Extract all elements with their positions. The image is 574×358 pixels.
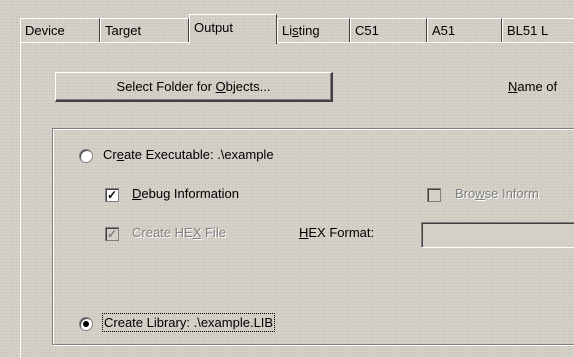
name-of-hotkey: N	[508, 79, 518, 94]
tab-bl51[interactable]: BL51 L	[502, 18, 574, 42]
create-executable-hotkey: e	[116, 147, 124, 162]
select-folder-hotkey: O	[215, 79, 226, 94]
options-dialog: Device Target Output Listing C51 A51 BL5…	[0, 0, 574, 358]
tab-panel-border	[20, 42, 574, 43]
library-path-value: .\example.LIB	[189, 315, 274, 330]
debug-information-checkbox[interactable]: ✓	[105, 188, 119, 202]
debug-information-label-text: ebug Information	[141, 186, 239, 201]
name-of-executable-label: Name of	[508, 79, 557, 94]
tab-listing-label-a: Li	[282, 23, 293, 38]
create-executable-label-a: Cr	[103, 147, 117, 162]
create-executable-label[interactable]: Create Executable: .\example	[103, 147, 274, 162]
check-mark-icon: ✓	[106, 227, 118, 241]
tab-device[interactable]: Device	[20, 18, 100, 42]
create-hex-file-label: Create HEX File	[132, 225, 226, 240]
tab-c51-label: C51	[355, 23, 379, 38]
hex-format-label-text: EX Format:	[308, 225, 375, 240]
tab-output-label: Output	[194, 20, 234, 35]
browse-information-checkbox[interactable]	[427, 188, 441, 202]
debug-information-hotkey: D	[132, 186, 142, 201]
browse-information-label-a: Bro	[455, 186, 476, 201]
create-executable-radio[interactable]	[79, 149, 93, 163]
hex-format-dropdown[interactable]	[421, 222, 574, 248]
hex-format-hotkey: H	[299, 225, 309, 240]
name-of-label-text: ame of	[517, 79, 558, 94]
tab-target-label: Target	[105, 23, 142, 38]
tab-target[interactable]: Target	[100, 18, 189, 42]
tab-listing-label-b: ting	[298, 23, 320, 38]
tab-a51[interactable]: A51	[427, 18, 502, 42]
debug-information-label[interactable]: Debug Information	[132, 186, 239, 201]
browse-information-label: Browse Inform	[455, 186, 539, 201]
create-hex-file-label-b: File	[201, 225, 226, 240]
tab-c51[interactable]: C51	[350, 18, 427, 42]
create-library-label-text: Create Library:	[104, 315, 190, 330]
tab-output[interactable]: Output	[189, 14, 277, 44]
tab-a51-label: A51	[432, 23, 456, 38]
select-folder-label-b: bjects...	[225, 79, 271, 94]
radio-selected-dot	[83, 321, 89, 327]
select-folder-for-objects-button[interactable]: Select Folder for Objects...	[55, 72, 333, 102]
tab-bl51-label: BL51 L	[507, 23, 549, 38]
create-library-label[interactable]: Create Library: .\example.LIB	[101, 313, 276, 332]
tab-panel-left-border	[20, 42, 21, 358]
create-hex-file-label-a: Create HE	[132, 225, 193, 240]
select-folder-label-a: Select Folder for	[116, 79, 216, 94]
check-mark-icon: ✓	[106, 188, 118, 202]
executable-path-value: .\example	[213, 147, 274, 162]
browse-information-label-b: se Inform	[484, 186, 539, 201]
hex-format-label: HEX Format:	[299, 225, 374, 240]
tab-device-label: Device	[25, 23, 65, 38]
create-hex-file-checkbox[interactable]: ✓	[105, 227, 119, 241]
create-executable-label-b: ate Executable:	[123, 147, 214, 162]
tab-listing[interactable]: Listing	[277, 18, 350, 42]
browse-information-hotkey: w	[475, 186, 485, 201]
create-library-radio[interactable]	[79, 317, 93, 331]
